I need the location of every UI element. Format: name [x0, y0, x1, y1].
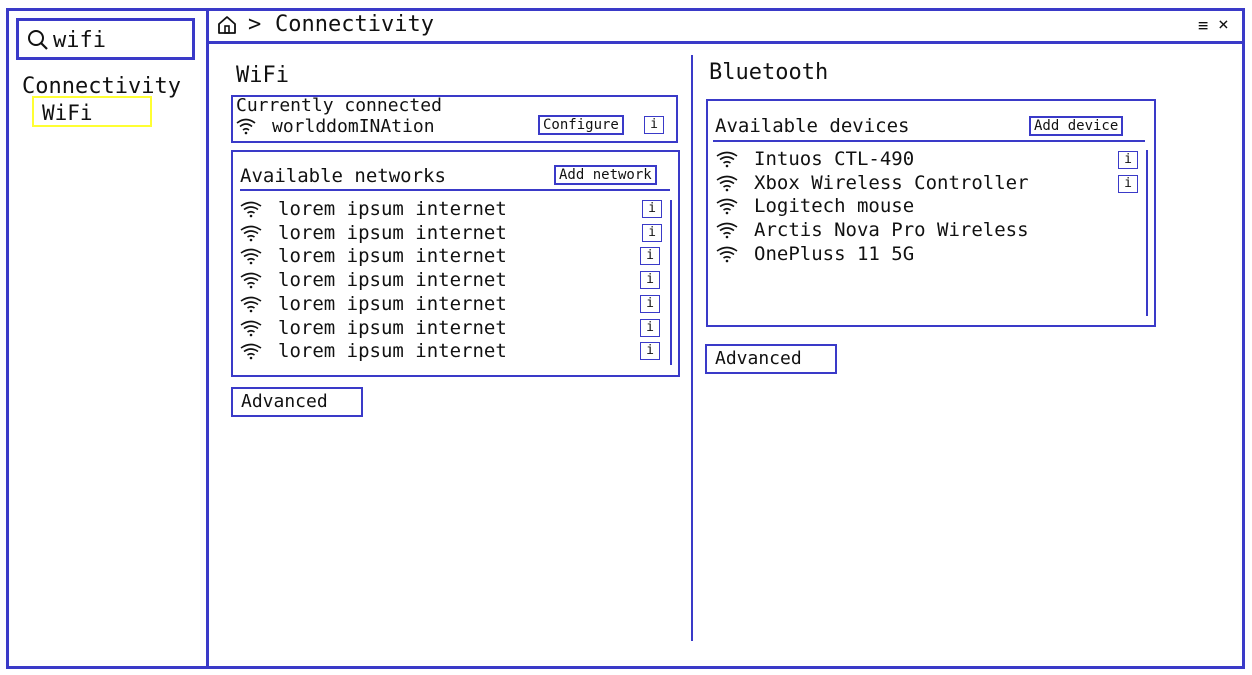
add-network-button[interactable]: Add network: [554, 165, 657, 185]
wifi-icon: [240, 320, 262, 336]
device-name: Arctis Nova Pro Wireless: [754, 219, 1029, 242]
device-name: OnePluss 11 5G: [754, 242, 915, 265]
list-item[interactable]: OnePluss 11 5G: [716, 243, 914, 265]
menu-icon[interactable]: ≡: [1198, 18, 1208, 35]
network-name: lorem ipsum internet: [278, 221, 507, 244]
available-networks-header-line: [240, 189, 670, 191]
network-name: lorem ipsum internet: [278, 316, 507, 339]
sidebar-section-connectivity[interactable]: Connectivity: [22, 76, 181, 98]
currently-connected-heading: Currently connected: [236, 95, 442, 116]
home-icon[interactable]: [217, 15, 237, 35]
list-item[interactable]: lorem ipsum internet: [240, 269, 507, 291]
device-info-button[interactable]: i: [1118, 174, 1138, 193]
network-info-button[interactable]: i: [642, 223, 662, 242]
list-item[interactable]: lorem ipsum internet: [240, 198, 507, 220]
network-info-button[interactable]: i: [640, 294, 660, 313]
close-icon[interactable]: ×: [1218, 16, 1229, 34]
list-item[interactable]: Arctis Nova Pro Wireless: [716, 219, 1029, 241]
page-title: Connectivity: [275, 12, 434, 37]
bluetooth-advanced-button[interactable]: Advanced: [705, 344, 837, 374]
network-info-button[interactable]: i: [640, 247, 660, 266]
available-devices-header-line: [713, 140, 1145, 142]
sidebar-divider: [206, 8, 209, 669]
header-divider: [206, 41, 1245, 44]
available-devices-heading: Available devices: [715, 115, 910, 137]
sidebar-item-wifi[interactable]: WiFi: [32, 96, 152, 127]
list-item[interactable]: Intuos CTL-490: [716, 148, 914, 170]
wifi-icon: [716, 246, 738, 263]
wifi-icon: [240, 343, 262, 360]
network-info-button[interactable]: i: [640, 342, 660, 361]
current-network-row[interactable]: worlddomINAtion: [236, 115, 435, 137]
network-name: lorem ipsum internet: [278, 245, 507, 268]
configure-button[interactable]: Configure: [538, 115, 624, 135]
network-name: lorem ipsum internet: [278, 340, 507, 363]
network-info-button[interactable]: i: [642, 200, 662, 218]
search-input[interactable]: wifi: [53, 30, 106, 52]
network-info-button[interactable]: i: [640, 271, 660, 290]
list-item[interactable]: lorem ipsum internet: [240, 317, 507, 339]
network-name: lorem ipsum internet: [278, 198, 507, 220]
wifi-icon: [716, 175, 738, 191]
wifi-icon: [240, 201, 262, 218]
wifi-icon: [236, 118, 256, 135]
available-networks-heading: Available networks: [240, 165, 446, 187]
list-item[interactable]: lorem ipsum internet: [240, 293, 507, 315]
wifi-advanced-button[interactable]: Advanced: [231, 387, 363, 417]
current-network-name: worlddomINAtion: [272, 115, 435, 137]
list-item[interactable]: Logitech mouse: [716, 195, 914, 217]
wifi-icon: [240, 296, 262, 313]
wifi-icon: [240, 225, 262, 241]
wifi-icon: [240, 272, 262, 289]
add-device-button[interactable]: Add device: [1029, 116, 1124, 136]
wifi-icon: [716, 199, 738, 215]
list-item[interactable]: lorem ipsum internet: [240, 340, 507, 362]
device-info-button[interactable]: i: [1118, 151, 1138, 169]
device-name: Logitech mouse: [754, 195, 915, 218]
list-item[interactable]: Xbox Wireless Controller: [716, 172, 1029, 194]
wifi-icon: [716, 222, 738, 239]
content-divider: [691, 55, 693, 641]
device-name: Xbox Wireless Controller: [754, 171, 1029, 194]
bluetooth-title: Bluetooth: [709, 60, 829, 85]
network-info-button[interactable]: i: [640, 318, 660, 337]
networks-scrollbar[interactable]: [670, 200, 672, 365]
wifi-icon: [240, 249, 262, 265]
breadcrumb-separator: >: [248, 12, 262, 37]
search-icon: [28, 30, 48, 50]
search-box[interactable]: wifi: [16, 18, 195, 60]
list-item[interactable]: lorem ipsum internet: [240, 245, 507, 267]
devices-scrollbar[interactable]: [1146, 150, 1148, 316]
wifi-title: WiFi: [236, 63, 289, 88]
current-network-info-button[interactable]: i: [644, 116, 664, 134]
wifi-icon: [716, 151, 738, 168]
network-name: lorem ipsum internet: [278, 269, 507, 292]
network-name: lorem ipsum internet: [278, 292, 507, 315]
sidebar-item-label: WiFi: [42, 101, 93, 125]
list-item[interactable]: lorem ipsum internet: [240, 222, 507, 244]
device-name: Intuos CTL-490: [754, 148, 915, 170]
